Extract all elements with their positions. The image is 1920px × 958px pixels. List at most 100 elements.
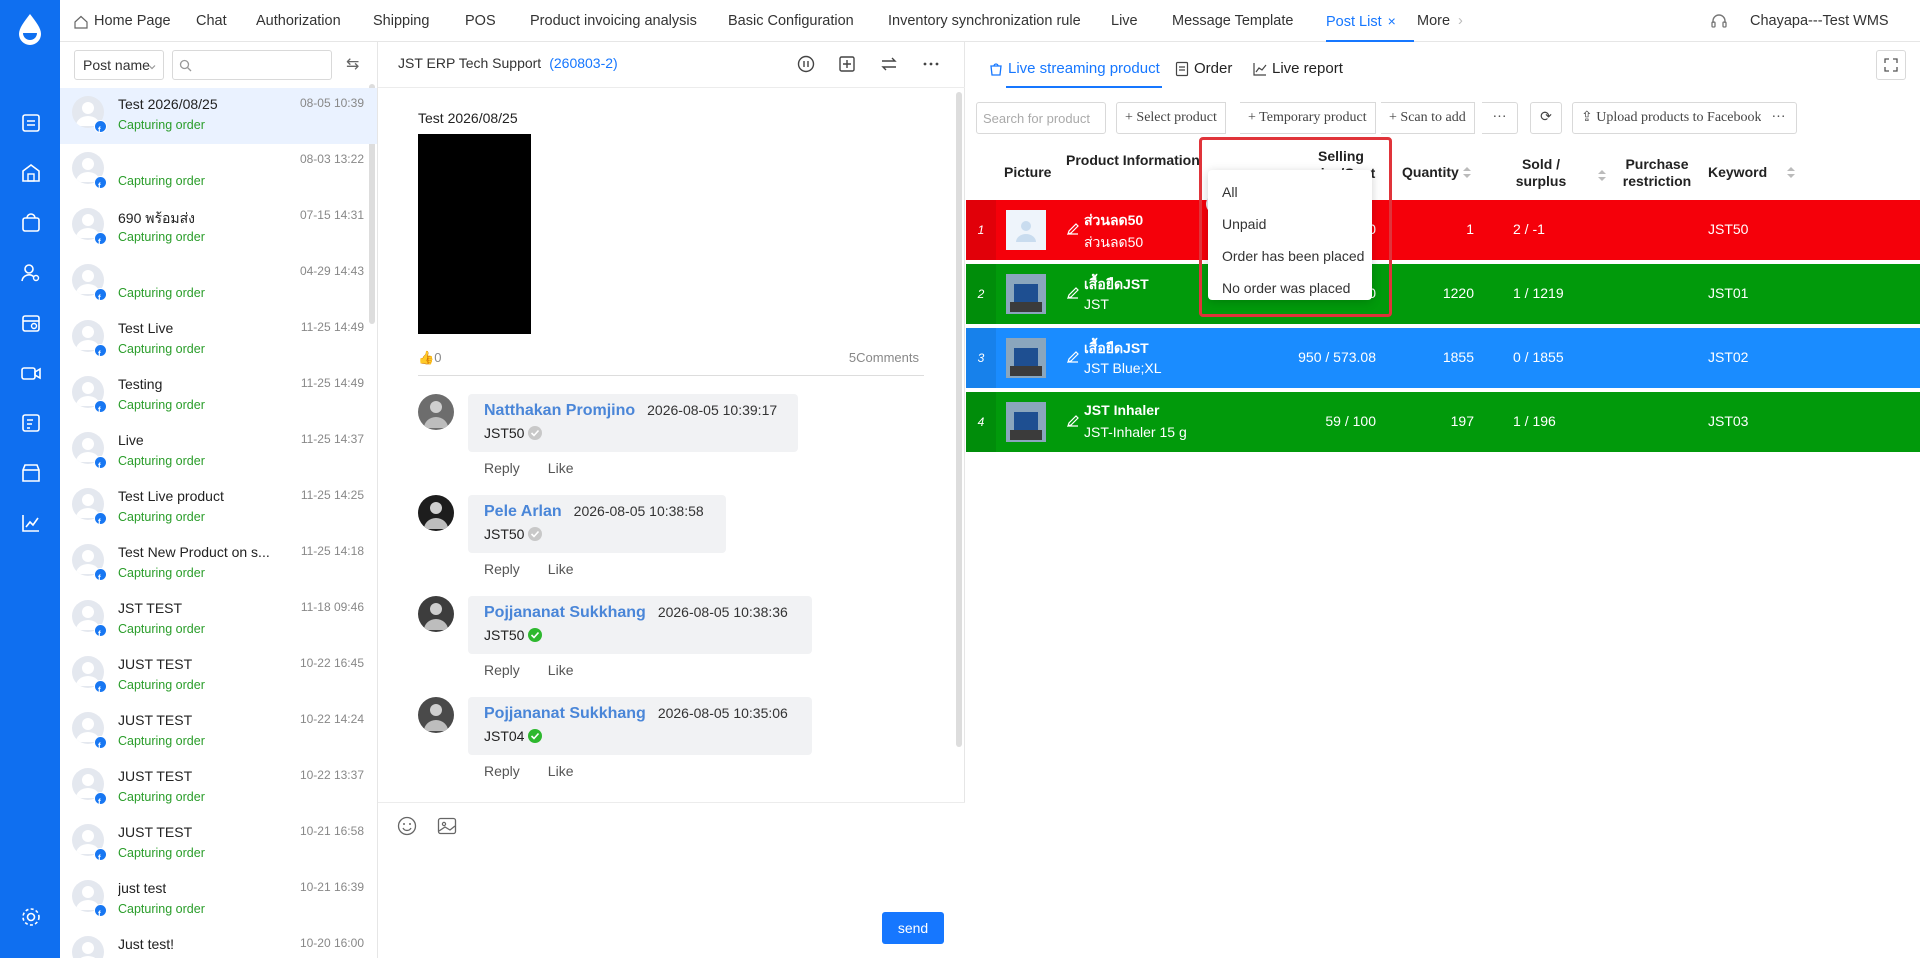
- post-image[interactable]: [418, 134, 531, 334]
- list-item[interactable]: f 690 พร้อมส่ง Capturing order 07-15 14:31: [60, 200, 377, 256]
- post-name: JUST TEST: [118, 712, 193, 728]
- select-product-button[interactable]: + Select product: [1116, 102, 1226, 134]
- product-thumbnail[interactable]: [1006, 402, 1046, 442]
- headset-icon[interactable]: [1710, 12, 1728, 30]
- list-item[interactable]: f Capturing order 08-03 13:22: [60, 144, 377, 200]
- sort-icon[interactable]: [1787, 167, 1796, 179]
- list-item[interactable]: f just test Capturing order 10-21 16:39: [60, 872, 377, 928]
- list-item[interactable]: f Capturing order 04-29 14:43: [60, 256, 377, 312]
- tab-more[interactable]: More ›: [1417, 13, 1463, 29]
- post-name-select[interactable]: Post name: [74, 50, 164, 80]
- comment-author[interactable]: Pele Arlan: [484, 503, 562, 520]
- table-row[interactable]: 4 JST Inhaler JST-Inhaler 15 g 59 / 100 197 1…: [966, 392, 1920, 452]
- edit-icon[interactable]: [1066, 222, 1080, 236]
- send-button[interactable]: send: [882, 912, 944, 944]
- list-item[interactable]: f JUST TEST Capturing order 10-21 16:58: [60, 816, 377, 872]
- sort-icon[interactable]: [1598, 170, 1606, 182]
- list-item[interactable]: fJust test!10-20 16:00: [60, 928, 377, 958]
- tab-live[interactable]: Live: [1111, 13, 1138, 29]
- comment-author[interactable]: Pojjananat Sukkhang: [484, 604, 646, 621]
- sort-icon[interactable]: [1462, 167, 1471, 179]
- edit-icon[interactable]: [1066, 286, 1080, 300]
- video-camera-icon[interactable]: [20, 362, 42, 384]
- list-item[interactable]: f Test 2026/08/25 Capturing order 08-05 10:…: [60, 88, 377, 144]
- tab-inventory-synchronization-rule[interactable]: Inventory synchronization rule: [888, 13, 1081, 29]
- tab-post-list[interactable]: Post List ×: [1326, 13, 1414, 42]
- product-thumbnail[interactable]: [1006, 274, 1046, 314]
- product-thumbnail[interactable]: [1006, 338, 1046, 378]
- shop-icon[interactable]: [20, 462, 42, 484]
- table-row[interactable]: 2เสื้อยืดJSTJST- / 50012201 / 1219JST01: [966, 264, 1920, 324]
- column-quantity[interactable]: Quantity: [1402, 164, 1471, 181]
- tab-live-streaming-product[interactable]: Live streaming product: [1006, 60, 1162, 88]
- toolbar-more-button[interactable]: ···: [1482, 102, 1518, 134]
- filter-option[interactable]: Order has been placed: [1208, 240, 1372, 272]
- product-search-input[interactable]: Search for product: [976, 102, 1106, 134]
- refresh-button[interactable]: ⟳: [1530, 102, 1562, 134]
- list-item[interactable]: f JST TEST Capturing order 11-18 09:46: [60, 592, 377, 648]
- like-button[interactable]: Like: [548, 460, 574, 476]
- add-box-icon[interactable]: [837, 54, 857, 74]
- user-settings-icon[interactable]: [20, 262, 42, 284]
- fullscreen-button[interactable]: [1876, 50, 1906, 80]
- tab-shipping[interactable]: Shipping: [373, 13, 429, 29]
- compose-area[interactable]: [378, 802, 965, 958]
- post-search-input[interactable]: [172, 50, 332, 80]
- list-item[interactable]: f Testing Capturing order 11-25 14:49: [60, 368, 377, 424]
- like-button[interactable]: Like: [548, 662, 574, 678]
- gear-icon[interactable]: [20, 906, 42, 928]
- more-icon[interactable]: [921, 54, 941, 74]
- comment-author[interactable]: Natthakan Promjino: [484, 402, 635, 419]
- tab-message-template[interactable]: Message Template: [1172, 13, 1293, 29]
- reply-button[interactable]: Reply: [484, 460, 520, 476]
- filter-option[interactable]: No order was placed: [1208, 272, 1372, 304]
- upload-more-button[interactable]: ···: [1761, 102, 1797, 134]
- tab-home-page[interactable]: Home Page: [94, 13, 171, 29]
- filter-option[interactable]: All: [1208, 176, 1372, 208]
- list-item[interactable]: f Test New Product on s... Capturing order…: [60, 536, 377, 592]
- shopping-bag-icon[interactable]: [20, 212, 42, 234]
- list-item[interactable]: f Test Live product Capturing order 11-25 1…: [60, 480, 377, 536]
- list-item[interactable]: f JUST TEST Capturing order 10-22 14:24: [60, 704, 377, 760]
- close-icon[interactable]: ×: [1388, 13, 1396, 29]
- tab-chat[interactable]: Chat: [196, 13, 227, 29]
- trend-chart-icon[interactable]: [20, 512, 42, 534]
- table-row[interactable]: 3 เสื้อยืดJST JST Blue;XL 950 / 573.08 1855 0…: [966, 328, 1920, 388]
- reply-button[interactable]: Reply: [484, 561, 520, 577]
- tab-authorization[interactable]: Authorization: [256, 13, 341, 29]
- tab-pos[interactable]: POS: [465, 13, 496, 29]
- warehouse-icon[interactable]: [20, 162, 42, 184]
- switch-icon[interactable]: [879, 54, 899, 74]
- filter-option[interactable]: Unpaid: [1208, 208, 1372, 240]
- list-item[interactable]: f JUST TEST Capturing order 10-22 13:37: [60, 760, 377, 816]
- tab-live-report[interactable]: Live report: [1272, 60, 1343, 77]
- upload-facebook-button[interactable]: ⇪ Upload products to Facebook: [1572, 102, 1771, 134]
- edit-icon[interactable]: [1066, 350, 1080, 364]
- like-button[interactable]: Like: [548, 561, 574, 577]
- comment-author[interactable]: Pojjananat Sukkhang: [484, 705, 646, 722]
- temporary-product-button[interactable]: + Temporary product: [1240, 102, 1376, 134]
- scan-to-add-button[interactable]: + Scan to add: [1381, 102, 1475, 134]
- table-row[interactable]: 1ส่วนลด50ส่วนลด50- / 012 / -1JST50: [966, 200, 1920, 260]
- document-icon[interactable]: [20, 112, 42, 134]
- swap-icon[interactable]: ⇆: [346, 54, 359, 74]
- tab-product-invoicing-analysis[interactable]: Product invoicing analysis: [530, 13, 697, 29]
- edit-icon[interactable]: [1066, 414, 1080, 428]
- edit-list-icon[interactable]: [20, 412, 42, 434]
- image-upload-icon[interactable]: [436, 815, 458, 837]
- emoji-icon[interactable]: [396, 815, 418, 837]
- comments-scrollbar[interactable]: [956, 92, 962, 747]
- reply-button[interactable]: Reply: [484, 662, 520, 678]
- store-icon[interactable]: [20, 312, 42, 334]
- list-item[interactable]: f JUST TEST Capturing order 10-22 16:45: [60, 648, 377, 704]
- column-keyword[interactable]: Keyword: [1708, 164, 1796, 181]
- reply-button[interactable]: Reply: [484, 763, 520, 779]
- user-name[interactable]: Chayapa---Test WMS: [1750, 13, 1889, 29]
- tab-basic-configuration[interactable]: Basic Configuration: [728, 13, 854, 29]
- pause-icon[interactable]: [796, 54, 816, 74]
- list-item[interactable]: f Live Capturing order 11-25 14:37: [60, 424, 377, 480]
- list-item[interactable]: f Test Live Capturing order 11-25 14:49: [60, 312, 377, 368]
- like-button[interactable]: Like: [548, 763, 574, 779]
- tab-order[interactable]: Order: [1194, 60, 1232, 77]
- product-thumbnail[interactable]: [1006, 210, 1046, 250]
